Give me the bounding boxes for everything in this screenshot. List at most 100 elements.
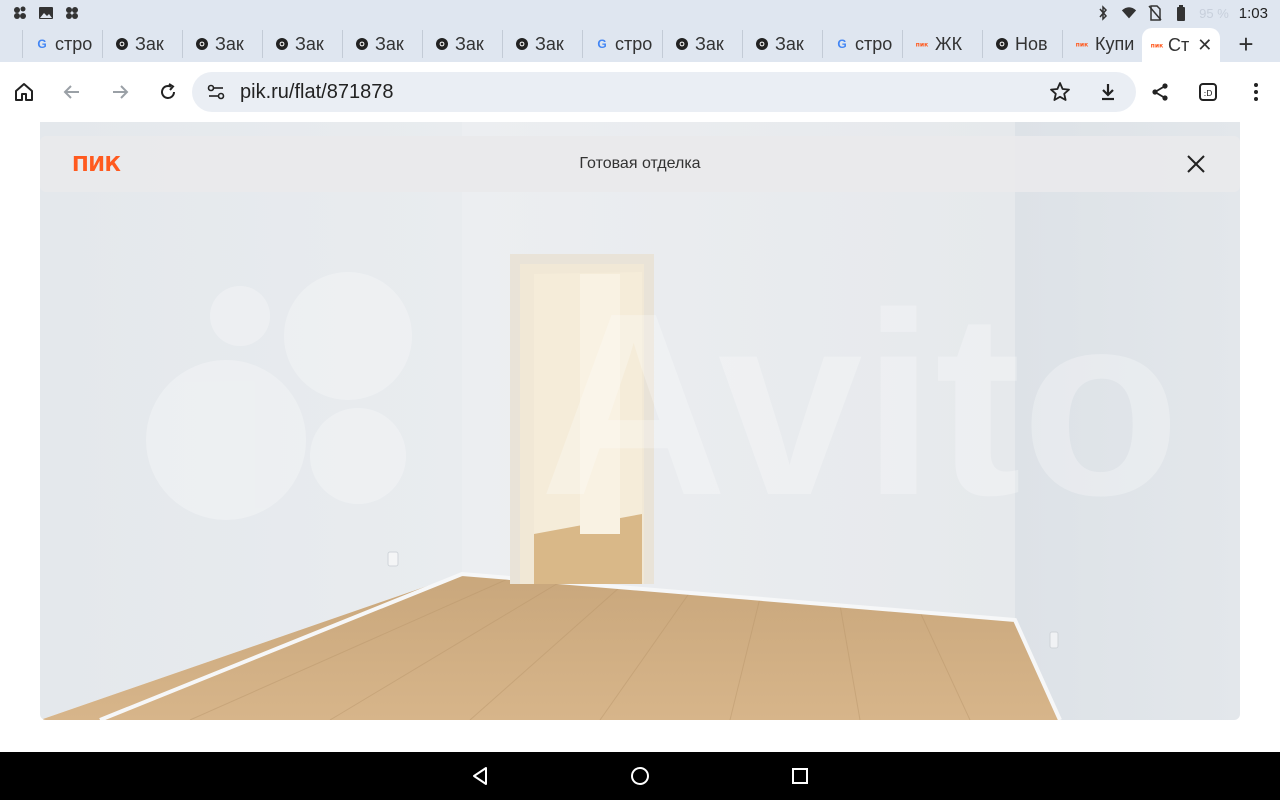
close-tab-icon[interactable]: ✕ (1197, 35, 1212, 56)
tab-strip: Gстро Зак Зак Зак Зак Зак Зак Gстро Зак Зак Gстро п… (0, 26, 1280, 62)
page-content: Avito ПИК Готовая отделка (0, 122, 1280, 752)
star-icon (1050, 82, 1070, 101)
system-home-button[interactable] (620, 756, 660, 796)
tab-title: Зак (535, 33, 564, 54)
status-bar-system: 95 % 1:03 (1095, 5, 1268, 22)
tab-title: Зак (215, 33, 244, 54)
tab-title: ЖК (935, 33, 963, 54)
svg-text::D: :D (1204, 89, 1213, 98)
browser-tab[interactable]: пик ЖК (902, 30, 982, 58)
browser-tab[interactable]: Зак (262, 30, 342, 58)
room-photo-illustration: Avito (40, 122, 1240, 720)
system-recents-button[interactable] (780, 756, 820, 796)
gallery-icon (38, 5, 54, 21)
google-icon: G (595, 37, 609, 51)
battery-percent: 95 % (1199, 5, 1229, 21)
tab-title: стро (55, 33, 93, 54)
tab-title: Зак (135, 33, 164, 54)
tab-title: Ст (1168, 34, 1190, 55)
tab-title: стро (855, 33, 893, 54)
active-browser-tab[interactable]: пик Ст ✕ (1142, 28, 1220, 62)
wifi-icon (1121, 5, 1137, 21)
square-recents-icon (792, 768, 808, 784)
no-sim-icon (1147, 5, 1163, 21)
browser-tab[interactable]: Gстро (822, 30, 902, 58)
menu-button[interactable] (1240, 76, 1272, 108)
browser-tab[interactable]: Gстро (582, 30, 662, 58)
apartment-photo[interactable]: Avito (40, 122, 1240, 720)
browser-tab[interactable]: Зак (502, 30, 582, 58)
svg-text:G: G (837, 37, 846, 51)
chrome-icon (435, 37, 449, 51)
forward-button[interactable] (104, 76, 136, 108)
triangle-back-icon (473, 767, 487, 785)
chrome-icon (355, 37, 369, 51)
arrow-left-icon (63, 85, 79, 99)
chrome-icon (195, 37, 209, 51)
browser-tab[interactable]: Зак (342, 30, 422, 58)
close-button[interactable] (1182, 150, 1210, 178)
arrow-right-icon (113, 85, 129, 99)
clock: 1:03 (1238, 4, 1268, 22)
tab-switcher-button[interactable]: :D (1192, 76, 1224, 108)
browser-tab[interactable]: Зак (182, 30, 262, 58)
share-button[interactable] (1144, 76, 1176, 108)
tab-title: Купи (1095, 33, 1135, 54)
close-icon (1187, 155, 1205, 173)
pik-icon: пик (1075, 37, 1089, 51)
browser-tab[interactable]: Зак (102, 30, 182, 58)
home-button[interactable] (8, 76, 40, 108)
browser-tab[interactable]: Gстро (22, 30, 102, 58)
tab-title: Зак (455, 33, 484, 54)
chrome-icon (995, 37, 1009, 51)
tab-switcher-icon: :D (1199, 83, 1217, 101)
photo-header-bar: ПИК Готовая отделка (40, 136, 1240, 192)
browser-tab[interactable]: Зак (422, 30, 502, 58)
chrome-icon (115, 37, 129, 51)
pik-logo[interactable]: ПИК (72, 152, 121, 176)
avito-watermark-text: Avito (540, 260, 1180, 550)
apps-icon (12, 5, 28, 21)
download-button[interactable] (1092, 76, 1124, 108)
reload-button[interactable] (152, 76, 184, 108)
more-vert-icon (1254, 83, 1258, 101)
apps-icon (64, 5, 80, 21)
status-bar: 95 % 1:03 (0, 0, 1280, 26)
browser-tab[interactable]: Нов (982, 30, 1062, 58)
address-bar[interactable]: pik.ru/flat/871878 (192, 72, 1136, 112)
svg-text:G: G (37, 37, 46, 51)
browser-tab[interactable]: Зак (662, 30, 742, 58)
tab-title: Зак (375, 33, 404, 54)
site-settings-icon[interactable] (206, 82, 226, 102)
bookmark-button[interactable] (1044, 76, 1076, 108)
browser-tab[interactable]: Зак (742, 30, 822, 58)
chrome-icon (755, 37, 769, 51)
share-icon (1152, 83, 1168, 101)
home-icon (15, 83, 33, 101)
tab-title: Нов (1015, 33, 1048, 54)
svg-text:G: G (597, 37, 606, 51)
svg-text:пик: пик (1076, 42, 1089, 49)
status-bar-notifications (12, 5, 80, 21)
download-icon (1102, 84, 1114, 101)
tab-title: Зак (695, 33, 724, 54)
tab-title: Зак (295, 33, 324, 54)
back-button[interactable] (56, 76, 88, 108)
page-title: Готовая отделка (579, 155, 701, 172)
circle-home-icon (631, 767, 649, 785)
pik-icon: пик (915, 37, 929, 51)
bluetooth-icon (1095, 5, 1111, 21)
new-tab-button[interactable]: + (1232, 28, 1260, 60)
svg-text:пик: пик (916, 42, 929, 49)
chrome-icon (275, 37, 289, 51)
tab-title: стро (615, 33, 653, 54)
pik-icon: пик (1150, 38, 1164, 52)
url-text[interactable]: pik.ru/flat/871878 (240, 81, 393, 104)
browser-tab[interactable]: пик Купи (1062, 30, 1142, 58)
chrome-icon (675, 37, 689, 51)
google-icon: G (35, 37, 49, 51)
system-back-button[interactable] (460, 756, 500, 796)
tab-title: Зак (775, 33, 804, 54)
battery-icon (1173, 5, 1189, 21)
chrome-icon (515, 37, 529, 51)
